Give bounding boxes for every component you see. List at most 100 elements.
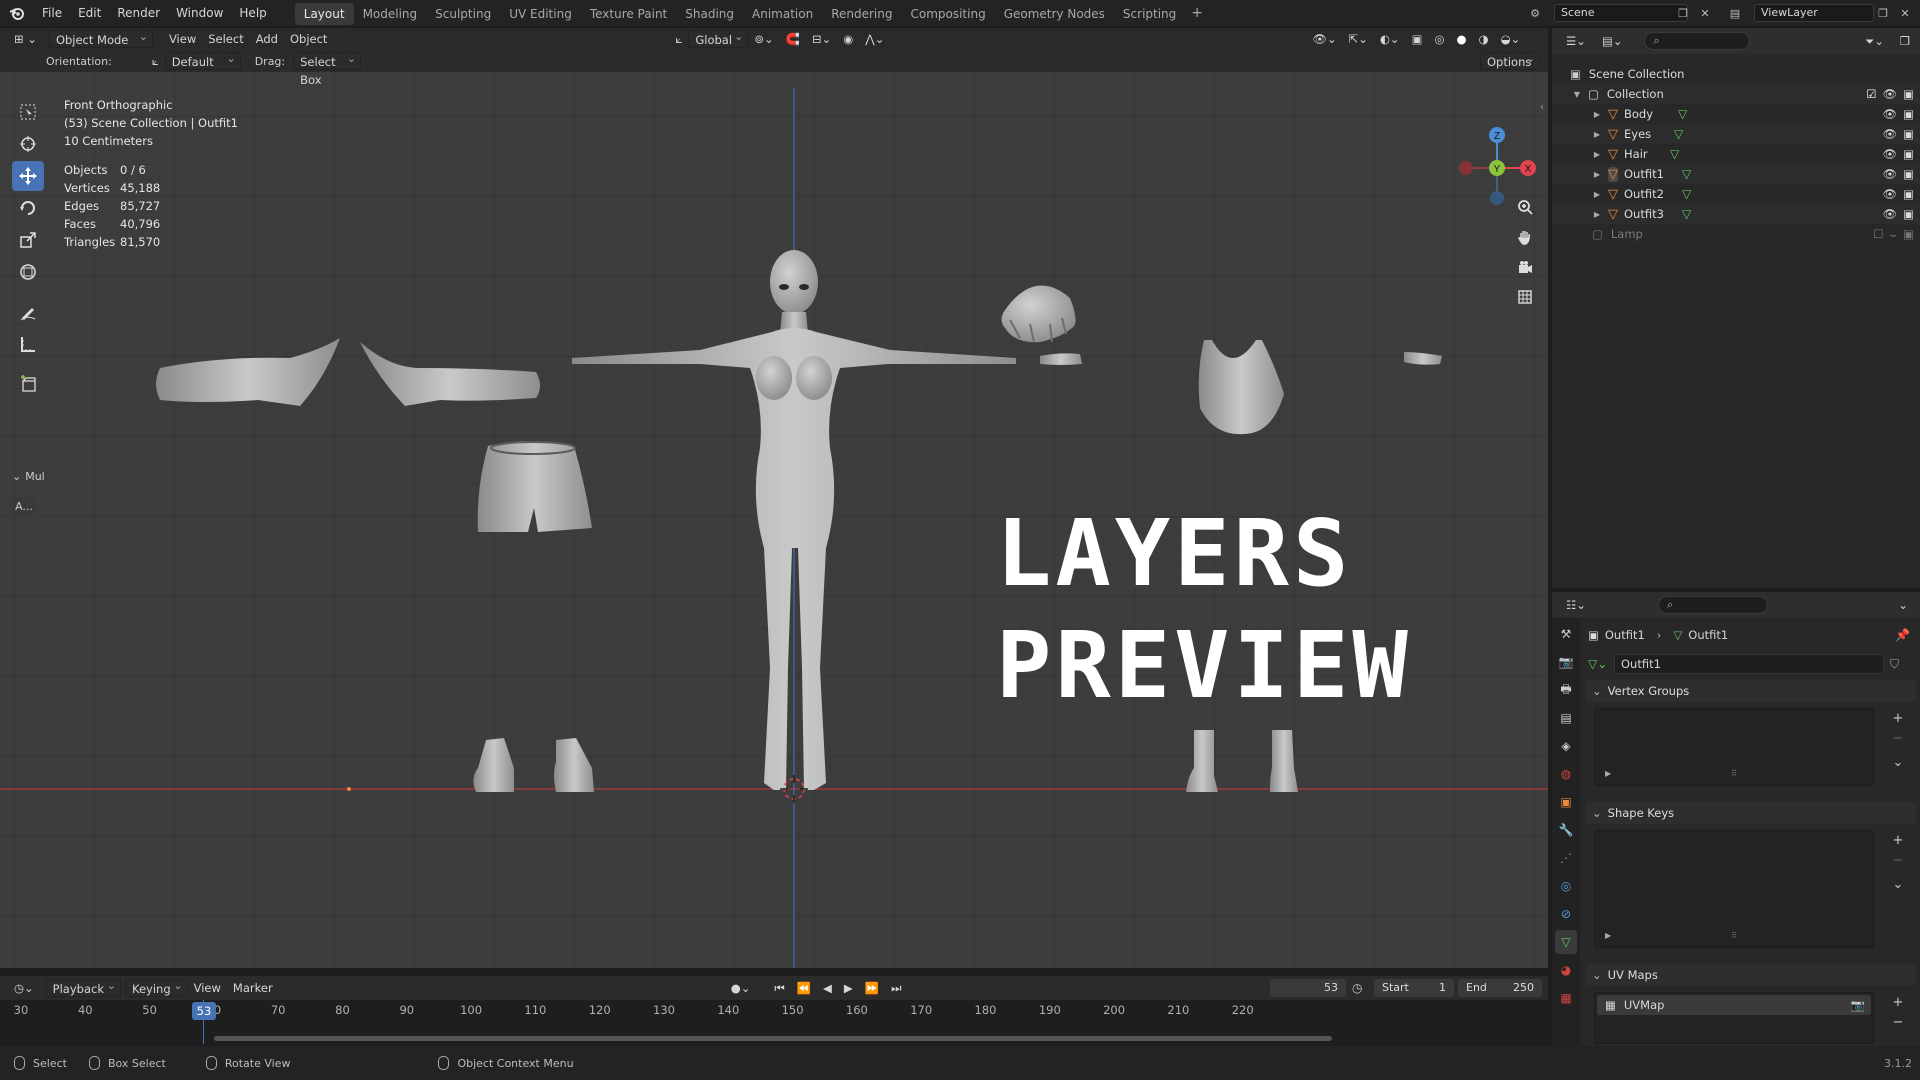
outliner-editor-type-icon[interactable]: ☰⌄: [1560, 32, 1592, 50]
jump-start-icon[interactable]: ⏮: [768, 979, 790, 997]
auto-keying-icon[interactable]: ●⌄: [725, 979, 757, 997]
end-frame-field[interactable]: End 250: [1458, 979, 1542, 997]
expand-triangle-icon[interactable]: ▶: [1605, 769, 1611, 778]
sidebar-toggle-icon[interactable]: ‹: [1540, 102, 1544, 113]
menu-file[interactable]: File: [34, 0, 70, 26]
camera-render-icon[interactable]: ▣: [1903, 207, 1914, 221]
properties-search-input[interactable]: ⌕: [1657, 596, 1768, 614]
jump-keyframe-back-icon[interactable]: ⏪: [791, 979, 817, 997]
play-reverse-icon[interactable]: ◀: [817, 979, 838, 997]
filter-icon[interactable]: ⏷⌄: [1859, 32, 1890, 50]
mesh-data-icon[interactable]: ▽: [1682, 167, 1691, 181]
vertex-groups-list[interactable]: ▶ ⠿: [1594, 708, 1874, 786]
mesh-data-icon[interactable]: ▽: [1670, 147, 1679, 161]
camera-render-icon[interactable]: ▣: [1903, 187, 1914, 201]
mesh-data-icon[interactable]: ▽: [1682, 207, 1691, 221]
view-layer-field[interactable]: ViewLayer: [1754, 4, 1874, 22]
timeline-ruler[interactable]: 3040506070809010011012013014015016017018…: [0, 1000, 1548, 1044]
tab-rendering[interactable]: Rendering: [822, 3, 901, 25]
include-checkbox-icon[interactable]: ☐: [1873, 227, 1883, 242]
eye-icon[interactable]: 👁: [1883, 207, 1898, 221]
mesh-data-tab-icon[interactable]: ▽: [1555, 930, 1577, 954]
camera-render-icon[interactable]: ▣: [1903, 107, 1914, 121]
camera-view-icon[interactable]: [1512, 254, 1538, 280]
expand-triangle-icon[interactable]: ▶: [1592, 130, 1602, 139]
tab-modeling[interactable]: Modeling: [354, 3, 427, 25]
vertex-group-specials-icon[interactable]: ⌄: [1889, 754, 1907, 772]
world-tab-icon[interactable]: ◍: [1555, 762, 1577, 786]
resize-handle-icon[interactable]: ⠿: [1731, 931, 1737, 940]
add-vertex-group-button[interactable]: +: [1889, 710, 1907, 728]
material-tab-icon[interactable]: ◕: [1555, 958, 1577, 982]
output-tab-icon[interactable]: 🖶: [1555, 678, 1577, 702]
add-workspace-icon[interactable]: +: [1185, 5, 1209, 21]
outliner-row-outfit2[interactable]: ▶ ▽ Outfit2 ▽ 👁 ▣: [1552, 184, 1920, 204]
fake-user-shield-icon[interactable]: ⛉: [1890, 657, 1899, 672]
keying-dropdown[interactable]: Keying: [124, 977, 188, 997]
camera-render-icon[interactable]: ▣: [1903, 87, 1914, 101]
shape-keys-list[interactable]: ▶ ⠿: [1594, 830, 1874, 948]
zoom-icon[interactable]: [1512, 194, 1538, 220]
jump-end-icon[interactable]: ⏭: [885, 979, 907, 997]
physics-tab-icon[interactable]: ◎: [1555, 874, 1577, 898]
camera-render-icon[interactable]: ▣: [1903, 167, 1914, 181]
preview-range-icon[interactable]: ◷: [1352, 981, 1362, 995]
scene-tab-icon[interactable]: ◈: [1555, 734, 1577, 758]
pin-icon[interactable]: 📌: [1895, 628, 1910, 642]
new-scene-icon[interactable]: ❐: [1672, 4, 1694, 22]
current-frame-field[interactable]: 53: [1270, 979, 1346, 997]
menu-render[interactable]: Render: [109, 0, 168, 26]
view-layer-tab-icon[interactable]: ▤: [1555, 706, 1577, 730]
eye-icon[interactable]: 👁: [1883, 167, 1898, 181]
scene-selector-icon[interactable]: ⚙: [1524, 4, 1546, 22]
render-tab-icon[interactable]: 📷: [1555, 650, 1577, 674]
ortho-grid-icon[interactable]: [1512, 284, 1538, 310]
outliner-row-outfit3[interactable]: ▶ ▽ Outfit3 ▽ 👁 ▣: [1552, 204, 1920, 224]
camera-render-icon[interactable]: ▣: [1903, 227, 1914, 242]
timeline-editor-type-icon[interactable]: ◷⌄: [8, 979, 40, 997]
expand-triangle-icon[interactable]: ▶: [1592, 190, 1602, 199]
play-icon[interactable]: ▶: [838, 979, 859, 997]
remove-uv-map-button[interactable]: −: [1889, 1014, 1907, 1032]
new-view-layer-icon[interactable]: ❐: [1872, 4, 1894, 22]
include-checkbox-icon[interactable]: ☑: [1866, 87, 1876, 101]
tab-shading[interactable]: Shading: [676, 3, 743, 25]
timeline-view-menu[interactable]: View: [188, 979, 227, 997]
blender-logo-icon[interactable]: [0, 0, 34, 26]
eye-hidden-icon[interactable]: ⌣: [1890, 227, 1898, 242]
eye-icon[interactable]: 👁: [1883, 147, 1898, 161]
tab-scripting[interactable]: Scripting: [1114, 3, 1185, 25]
pan-hand-icon[interactable]: [1512, 224, 1538, 250]
mesh-data-icon[interactable]: ▽: [1678, 107, 1687, 121]
outliner-row-lamp[interactable]: ▢ Lamp ☐ ⌣ ▣: [1552, 224, 1920, 244]
object-tab-icon[interactable]: ▣: [1555, 790, 1577, 814]
outliner-search-input[interactable]: ⌕: [1644, 32, 1751, 50]
3d-viewport[interactable]: ⊞ ⌄ Object Mode View Select Add Object ⟀…: [0, 28, 1548, 968]
eye-icon[interactable]: 👁: [1883, 107, 1898, 121]
tab-texture-paint[interactable]: Texture Paint: [581, 3, 676, 25]
tab-uv-editing[interactable]: UV Editing: [500, 3, 581, 25]
camera-render-icon[interactable]: 📷: [1851, 998, 1865, 1012]
playhead[interactable]: 53: [192, 1002, 216, 1020]
marker-menu[interactable]: Marker: [227, 979, 279, 997]
uv-maps-panel-header[interactable]: ⌄ UV Maps: [1586, 964, 1916, 986]
expand-triangle-icon[interactable]: ▶: [1592, 210, 1602, 219]
mesh-data-icon[interactable]: ▽: [1674, 127, 1683, 141]
mesh-name-field[interactable]: Outfit1: [1614, 654, 1884, 674]
display-mode-icon[interactable]: ▤⌄: [1596, 32, 1629, 50]
texture-tab-icon[interactable]: ▦: [1555, 986, 1577, 1010]
eye-icon[interactable]: 👁: [1883, 87, 1898, 101]
shape-key-specials-icon[interactable]: ⌄: [1889, 876, 1907, 894]
eye-icon[interactable]: 👁: [1883, 187, 1898, 201]
camera-render-icon[interactable]: ▣: [1903, 127, 1914, 141]
camera-render-icon[interactable]: ▣: [1903, 147, 1914, 161]
view-layer-selector-icon[interactable]: ▤: [1724, 4, 1746, 22]
constraints-tab-icon[interactable]: ⊘: [1555, 902, 1577, 926]
expand-triangle-icon[interactable]: ▶: [1592, 110, 1602, 119]
eye-icon[interactable]: 👁: [1883, 127, 1898, 141]
particles-tab-icon[interactable]: ⋰: [1555, 846, 1577, 870]
vertex-groups-panel-header[interactable]: ⌄ Vertex Groups: [1586, 680, 1916, 702]
shape-keys-panel-header[interactable]: ⌄ Shape Keys: [1586, 802, 1916, 824]
menu-edit[interactable]: Edit: [70, 0, 109, 26]
resize-handle-icon[interactable]: ⠿: [1731, 769, 1737, 778]
